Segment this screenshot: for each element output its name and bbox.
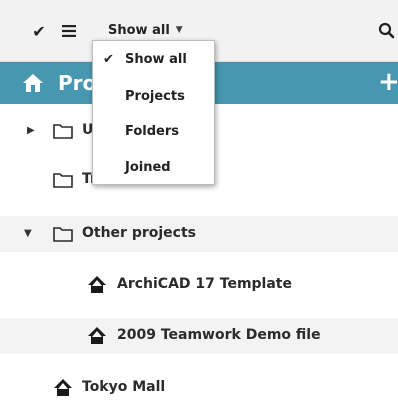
chevron-down-icon[interactable]: ▼	[24, 228, 32, 239]
folder-icon	[53, 173, 73, 188]
menu-item-folders[interactable]: Folders	[93, 115, 214, 149]
filter-dropdown-menu: ✔ Show all Projects Folders Joined	[92, 40, 215, 185]
chevron-right-icon[interactable]: ▶	[27, 125, 35, 136]
menu-item-label: Projects	[125, 89, 185, 104]
menu-item-joined[interactable]: Joined	[93, 151, 214, 185]
tree-row-folder-other-projects[interactable]: ▼ Other projects	[0, 216, 398, 252]
project-house-icon	[88, 276, 106, 293]
filter-label: Show all	[108, 22, 170, 38]
search-icon[interactable]	[378, 21, 398, 41]
list-menu-icon[interactable]	[58, 20, 80, 42]
tree-row-label: ArchiCAD 17 Template	[117, 276, 292, 292]
tree-row-project-teamwork-demo[interactable]: 2009 Teamwork Demo file	[0, 318, 398, 354]
check-icon[interactable]: ✔	[28, 20, 50, 42]
tree-row-project-tokyo-mall[interactable]: Tokyo Mall	[0, 370, 398, 406]
menu-item-show-all[interactable]: ✔ Show all	[93, 43, 214, 77]
tree-row-label: Tokyo Mall	[82, 379, 166, 395]
menu-item-label: Show all	[125, 52, 187, 67]
project-house-icon	[88, 327, 106, 344]
house-icon	[22, 73, 44, 93]
tree-row-label: Other projects	[82, 225, 196, 241]
folder-icon	[53, 227, 73, 242]
plus-icon[interactable]: +	[378, 67, 398, 97]
filter-dropdown-button[interactable]: Show all ▼	[108, 19, 183, 41]
chevron-down-icon: ▼	[175, 25, 183, 35]
tree-row-label: 2009 Teamwork Demo file	[117, 327, 321, 343]
folder-icon	[53, 124, 73, 139]
menu-item-projects[interactable]: Projects	[93, 80, 214, 114]
tree-row-project-archicad-template[interactable]: ArchiCAD 17 Template	[0, 267, 398, 303]
project-house-icon	[54, 379, 72, 396]
menu-item-label: Folders	[125, 124, 180, 139]
check-icon: ✔	[103, 52, 114, 67]
menu-item-label: Joined	[125, 160, 171, 175]
